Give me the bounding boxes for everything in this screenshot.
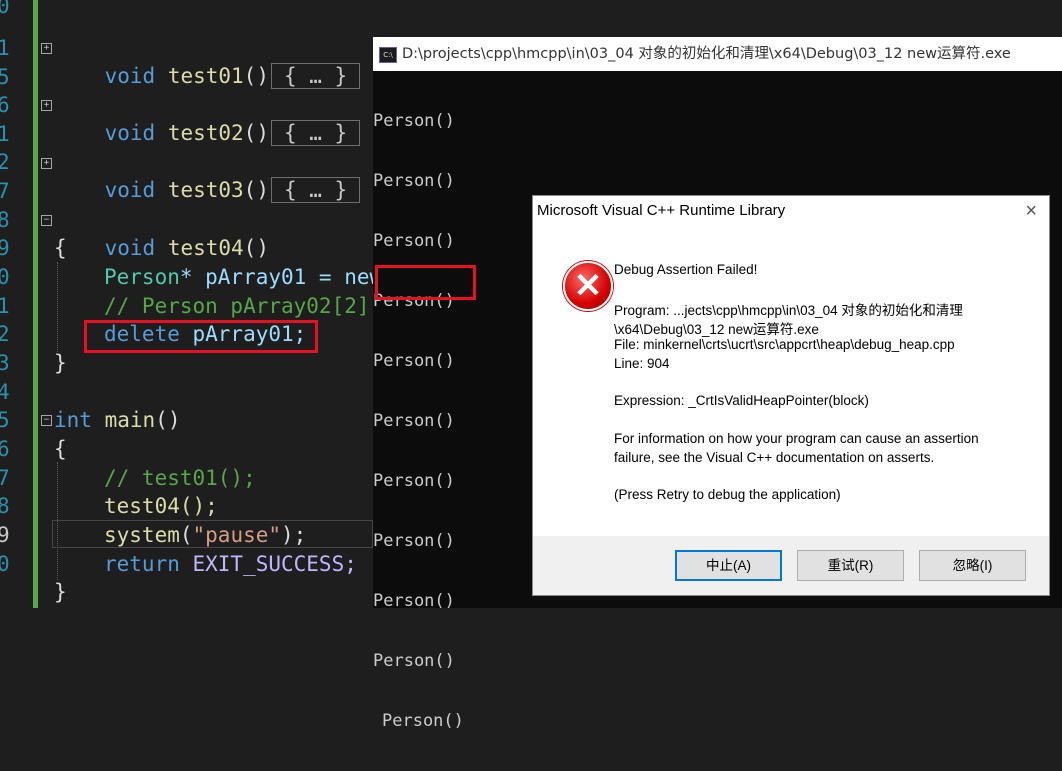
abort-button[interactable]: 中止(A) <box>675 550 782 581</box>
console-title-bar[interactable]: C:\ D:\projects\cpp\hmcpp\in\03_04 对象的初始… <box>373 37 1062 71</box>
code-editor[interactable]: 0 1 5 6 1 2 7 8 9 0 1 2 3 4 5 6 7 8 9 0 … <box>0 0 373 608</box>
ignore-button[interactable]: 忽略(I) <box>919 550 1026 581</box>
console-line: Person() <box>373 471 455 491</box>
dialog-button-bar: 中止(A) 重试(R) 忽略(I) <box>533 536 1049 595</box>
return-keyword: return <box>104 552 180 576</box>
line-number: 1 <box>0 294 10 318</box>
system-fn: system <box>104 523 180 547</box>
line-number: 7 <box>0 466 10 490</box>
system-end: ); <box>281 523 307 547</box>
dialog-file: File: minkernel\crts\ucrt\src\appcrt\hea… <box>614 337 955 352</box>
code-line-brace[interactable]: { <box>54 435 67 463</box>
console-line: Person() <box>373 231 455 251</box>
line-number: 0 <box>0 552 10 576</box>
code-line-brace[interactable]: } <box>54 349 67 377</box>
line-number-current: 9 <box>0 523 10 547</box>
line-number: 5 <box>0 65 10 89</box>
line-number: 0 <box>0 0 10 18</box>
console-line: Person() <box>373 531 455 551</box>
change-indicator-bar <box>33 0 38 608</box>
fold-toggle-icon[interactable]: + <box>41 43 52 54</box>
collapsed-block[interactable]: { … } <box>270 120 361 146</box>
console-line-highlighted: Person() <box>382 711 464 731</box>
fold-toggle-icon[interactable]: − <box>41 415 52 426</box>
line-number: 2 <box>0 322 10 346</box>
code-line-new-array[interactable]: Person* pArray01 = new <box>104 263 373 291</box>
code-line-main[interactable]: int main() <box>54 406 180 434</box>
dialog-heading: Debug Assertion Failed! <box>614 262 758 277</box>
dialog-line: Line: 904 <box>614 356 670 371</box>
console-line: Person() <box>373 591 455 611</box>
code-line-call-test04[interactable]: test04(); <box>104 492 218 520</box>
system-arg: "pause" <box>192 523 282 547</box>
console-output: Person() Person() Person() Person() Pers… <box>373 71 464 771</box>
dialog-expression: Expression: _CrtIsValidHeapPointer(block… <box>614 393 869 408</box>
line-number: 3 <box>0 351 10 375</box>
new-expression: * pArray01 = new <box>179 265 373 289</box>
console-line: Person() <box>373 171 455 191</box>
code-line-comment[interactable]: // Person pArray02[2] <box>104 292 370 320</box>
line-number: 6 <box>0 93 10 117</box>
line-number: 1 <box>0 36 10 60</box>
console-title: D:\projects\cpp\hmcpp\in\03_04 对象的初始化和清理… <box>402 46 1011 62</box>
error-icon: ✕ <box>563 261 613 311</box>
fold-toggle-icon[interactable]: + <box>41 100 52 111</box>
dialog-program-cont: \x64\Debug\03_12 new运算符.exe <box>614 322 819 337</box>
delete-highlight-box <box>84 320 318 353</box>
line-number: 5 <box>0 408 10 432</box>
console-line: Person() <box>373 351 455 371</box>
console-line: Person() <box>373 411 455 431</box>
dialog-program: Program: ...jects\cpp\hmcpp\in\03_04 对象的… <box>614 303 963 318</box>
dialog-info: For information on how your program can … <box>614 431 979 446</box>
dialog-retry-hint: (Press Retry to debug the application) <box>614 487 841 502</box>
line-number: 4 <box>0 380 10 404</box>
line-number: 7 <box>0 179 10 203</box>
line-number: 1 <box>0 122 10 146</box>
line-number: 8 <box>0 208 10 232</box>
console-app-icon: C:\ <box>379 47 397 63</box>
console-line: Person() <box>373 111 455 131</box>
collapsed-block[interactable]: { … } <box>270 177 361 203</box>
line-number: 8 <box>0 494 10 518</box>
code-line-comment-test01[interactable]: // test01(); <box>104 464 256 492</box>
code-line-system[interactable]: system("pause"); <box>104 521 306 549</box>
line-number: 2 <box>0 150 10 174</box>
fold-toggle-icon[interactable]: + <box>41 158 52 169</box>
type-person: Person <box>104 265 180 289</box>
close-icon[interactable]: × <box>1025 200 1037 223</box>
collapsed-block[interactable]: { … } <box>270 63 361 89</box>
dialog-info-cont: failure, see the Visual C++ documentatio… <box>614 450 935 465</box>
code-line-brace[interactable]: { <box>54 234 67 262</box>
line-number: 9 <box>0 236 10 260</box>
dialog-title: Microsoft Visual C++ Runtime Library <box>537 202 786 219</box>
code-line-brace[interactable]: } <box>54 578 67 606</box>
code-line-return[interactable]: return EXIT_SUCCESS; <box>104 550 357 578</box>
console-line: Person() <box>373 651 455 671</box>
line-number: 0 <box>0 265 10 289</box>
line-number: 6 <box>0 437 10 461</box>
assertion-dialog[interactable]: Microsoft Visual C++ Runtime Library × ✕… <box>532 195 1050 596</box>
fold-toggle-icon[interactable]: − <box>41 215 52 226</box>
output-highlight-box <box>375 265 476 300</box>
return-value: EXIT_SUCCESS; <box>179 552 357 576</box>
retry-button[interactable]: 重试(R) <box>797 550 904 581</box>
